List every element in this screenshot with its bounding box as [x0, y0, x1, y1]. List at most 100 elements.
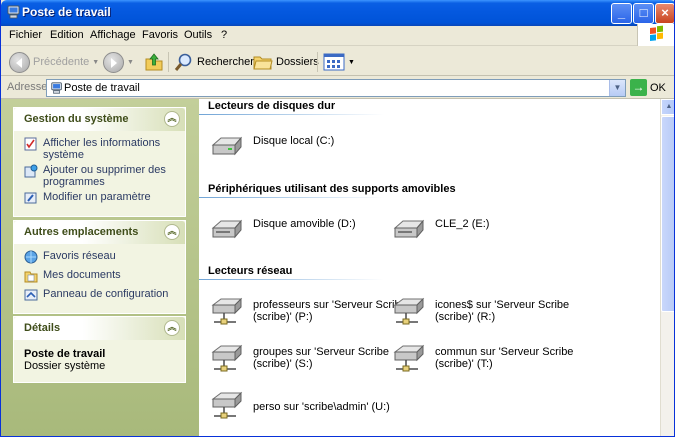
panel-title: Détails: [24, 322, 61, 334]
scroll-up-icon[interactable]: ▲: [661, 99, 674, 115]
folder-content: Lecteurs de disques dur Disque local (C:…: [199, 99, 660, 436]
group-title: Lecteurs réseau: [208, 265, 293, 277]
group-divider: [199, 114, 384, 115]
menu-edition[interactable]: Edition: [50, 29, 84, 41]
task-label: Afficher les informations système: [43, 137, 161, 161]
task-add-remove-programs[interactable]: Ajouter ou supprimer des programmes: [24, 164, 175, 188]
my-computer-icon: [7, 5, 20, 19]
scrollbar-thumb[interactable]: [661, 116, 674, 312]
task-label: Mes documents: [43, 269, 121, 281]
task-pane: Gestion du système ︽ Afficher les inform…: [1, 99, 199, 436]
drive-label-line1: perso sur 'scribe\admin' (U:): [253, 401, 390, 413]
task-label: Ajouter ou supprimer des programmes: [43, 164, 166, 188]
network-drive-item[interactable]: commun sur 'Serveur Scribe (scribe)' (T:): [393, 344, 573, 374]
details-header[interactable]: Détails ︽: [14, 317, 185, 340]
add-remove-programs-icon: [24, 164, 38, 178]
collapse-icon[interactable]: ︽: [164, 224, 180, 240]
drive-label-line1: groupes sur 'Serveur Scribe: [253, 346, 389, 358]
drive-item[interactable]: Disque local (C:): [211, 133, 334, 163]
collapse-icon[interactable]: ︽: [164, 111, 180, 127]
details-type: Dossier système: [24, 360, 106, 372]
system-tasks-header[interactable]: Gestion du système ︽: [14, 108, 185, 131]
drive-label-line1: icones$ sur 'Serveur Scribe: [435, 299, 570, 311]
search-label: Rechercher: [197, 56, 254, 68]
menu-help[interactable]: ?: [221, 29, 227, 41]
network-drive-icon: [211, 344, 243, 372]
drive-item[interactable]: Disque amovible (D:): [211, 216, 356, 246]
folders-button[interactable]: Dossiers: [253, 50, 319, 74]
address-bar: Adresse Poste de travail ▼ → OK: [1, 77, 674, 99]
address-input[interactable]: Poste de travail ▼: [46, 79, 626, 97]
back-arrow-icon: [9, 51, 30, 73]
vertical-scrollbar[interactable]: ▲: [660, 99, 674, 436]
chevron-down-icon[interactable]: ▼: [127, 59, 134, 66]
menu-outils[interactable]: Outils: [184, 29, 212, 41]
views-icon: [323, 53, 345, 71]
control-panel-icon: [24, 289, 38, 301]
system-info-icon: [24, 137, 37, 151]
up-folder-icon: [145, 53, 163, 71]
panel-title: Gestion du système: [24, 113, 129, 125]
title-bar[interactable]: Poste de travail _ □ ×: [1, 0, 674, 26]
back-button[interactable]: Précédente ▼: [9, 50, 99, 74]
group-divider: [199, 279, 384, 280]
my-computer-icon: [51, 82, 62, 94]
back-label: Précédente: [33, 56, 90, 68]
my-documents-icon: [24, 271, 38, 283]
menu-affichage[interactable]: Affichage: [90, 29, 136, 41]
close-button[interactable]: ×: [655, 3, 674, 24]
folders-label: Dossiers: [276, 56, 319, 68]
address-value: Poste de travail: [64, 82, 140, 94]
network-drive-item[interactable]: icones$ sur 'Serveur Scribe (scribe)' (R:…: [393, 297, 569, 327]
menu-favoris[interactable]: Favoris: [142, 29, 178, 41]
other-places-header[interactable]: Autres emplacements ︽: [14, 221, 185, 244]
minimize-button[interactable]: _: [611, 3, 632, 24]
chevron-down-icon[interactable]: ▼: [609, 80, 625, 96]
place-control-panel[interactable]: Panneau de configuration: [24, 288, 175, 304]
hard-drive-icon: [211, 136, 243, 156]
network-drive-icon: [393, 344, 425, 372]
address-label: Adresse: [7, 81, 48, 93]
go-button[interactable]: OK: [650, 82, 666, 94]
toolbar: Précédente ▼ ▼ Rechercher Dossiers ▼: [1, 47, 674, 76]
drive-item[interactable]: CLE_2 (E:): [393, 216, 489, 246]
drive-label-line1: professeurs sur 'Serveur Scribe: [253, 299, 407, 311]
network-drive-item[interactable]: perso sur 'scribe\admin' (U:): [211, 391, 390, 421]
task-label: Favoris réseau: [43, 250, 116, 262]
network-drive-item[interactable]: groupes sur 'Serveur Scribe (scribe)' (S:…: [211, 344, 389, 374]
group-divider: [199, 197, 384, 198]
place-my-documents[interactable]: Mes documents: [24, 269, 175, 285]
chevron-down-icon[interactable]: ▼: [92, 59, 99, 66]
removable-drive-icon: [393, 219, 425, 239]
network-drive-icon: [393, 297, 425, 325]
menu-fichier[interactable]: Fichier: [9, 29, 42, 41]
panel-title: Autres emplacements: [24, 226, 139, 238]
up-folder-button[interactable]: [144, 50, 164, 74]
system-tasks-panel: Gestion du système ︽ Afficher les inform…: [13, 107, 186, 217]
task-modify-setting[interactable]: Modifier un paramètre: [24, 191, 175, 207]
drive-label: Disque amovible (D:): [253, 218, 356, 230]
window-title: Poste de travail: [22, 5, 111, 19]
drive-label: Disque local (C:): [253, 135, 335, 147]
group-title: Lecteurs de disques dur: [208, 100, 336, 112]
drive-label-line1: commun sur 'Serveur Scribe: [435, 346, 574, 358]
chevron-down-icon[interactable]: ▼: [348, 59, 355, 66]
forward-arrow-icon: [103, 51, 124, 73]
place-network[interactable]: Favoris réseau: [24, 250, 175, 266]
maximize-button[interactable]: □: [633, 3, 654, 24]
collapse-icon[interactable]: ︽: [164, 320, 180, 336]
task-label: Panneau de configuration: [43, 288, 169, 300]
search-button[interactable]: Rechercher: [174, 50, 254, 74]
other-places-panel: Autres emplacements ︽ Favoris réseau Mes…: [13, 220, 186, 314]
details-panel: Détails ︽ Poste de travail Dossier systè…: [13, 316, 186, 383]
go-arrow-icon[interactable]: →: [630, 79, 647, 96]
task-system-info[interactable]: Afficher les informations système: [24, 137, 175, 161]
views-button[interactable]: ▼: [323, 50, 355, 74]
group-title: Périphériques utilisant des supports amo…: [208, 183, 456, 195]
windows-logo-icon: [637, 24, 674, 46]
details-name: Poste de travail: [24, 348, 106, 360]
network-drive-item[interactable]: professeurs sur 'Serveur Scribe (scribe)'…: [211, 297, 407, 327]
forward-button[interactable]: ▼: [103, 50, 134, 74]
folders-icon: [253, 56, 273, 70]
removable-drive-icon: [211, 219, 243, 239]
